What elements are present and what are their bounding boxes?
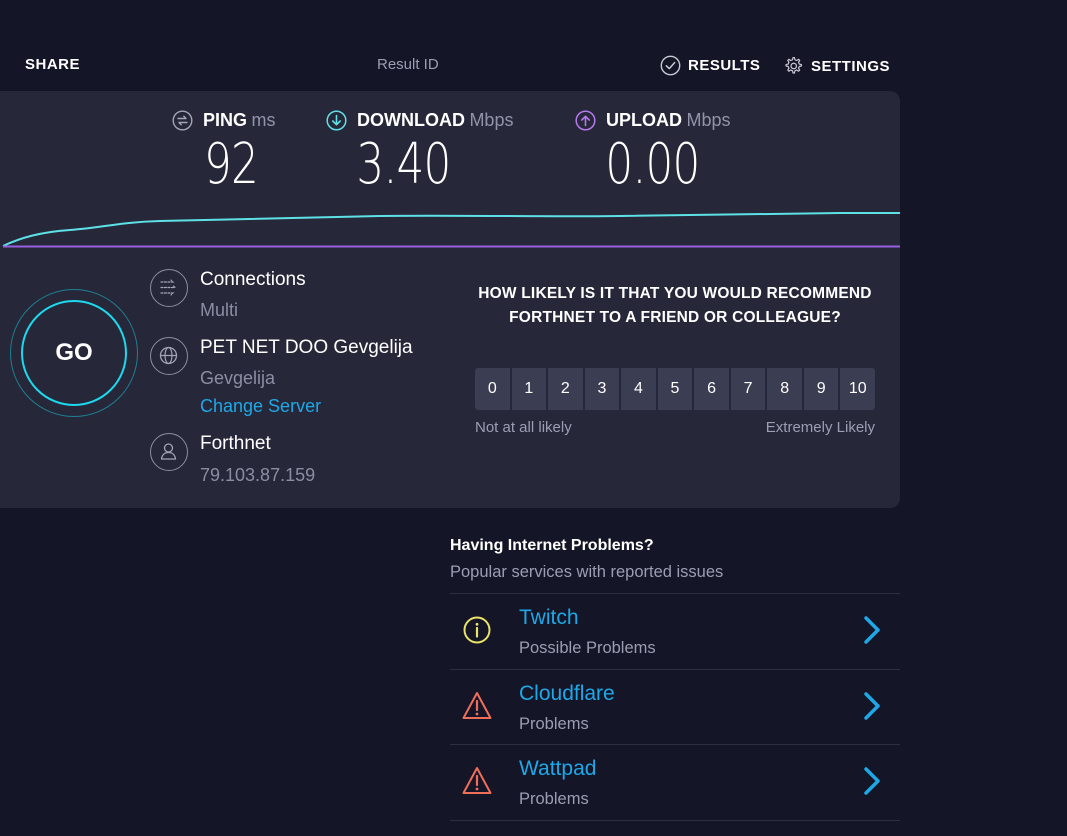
- problems-title: Having Internet Problems?: [450, 537, 654, 554]
- settings-label: SETTINGS: [811, 57, 891, 75]
- nps-scale: 0 1 2 3 4 5 6 7 8 9 10: [475, 368, 876, 410]
- ping-value: 92: [203, 132, 259, 197]
- share-button[interactable]: SHARE: [25, 56, 80, 73]
- change-server-link[interactable]: Change Server: [200, 396, 321, 417]
- go-button[interactable]: GO: [21, 300, 127, 406]
- problems-subtitle: Popular services with reported issues: [450, 563, 724, 581]
- download-label: DOWNLOAD: [357, 110, 465, 130]
- warning-icon: [462, 767, 492, 794]
- ping-unit: ms: [251, 110, 276, 130]
- ping-icon: [172, 110, 193, 131]
- nps-low-label: Not at all likely: [475, 419, 572, 436]
- nps-option-7[interactable]: 7: [730, 368, 766, 410]
- service-status: Problems: [519, 790, 589, 808]
- nps-question: HOW LIKELY IS IT THAT YOU WOULD RECOMMEN…: [478, 285, 872, 326]
- warning-icon: [462, 692, 492, 719]
- download-unit: Mbps: [469, 110, 514, 130]
- ping-header: PING ms: [172, 110, 275, 131]
- ping-label: PING: [203, 110, 248, 130]
- service-name: Twitch: [519, 606, 579, 629]
- nps-option-1[interactable]: 1: [511, 368, 547, 410]
- nps-option-5[interactable]: 5: [657, 368, 693, 410]
- service-row-wattpad[interactable]: Wattpad Problems: [450, 744, 900, 820]
- gear-icon: [785, 56, 803, 74]
- results-label: RESULTS: [688, 57, 761, 74]
- nps-option-9[interactable]: 9: [803, 368, 839, 410]
- chevron-right-icon: [864, 616, 880, 644]
- nps-option-4[interactable]: 4: [621, 368, 656, 410]
- service-row-cloudflare[interactable]: Cloudflare Problems: [450, 669, 900, 745]
- provider-name: Forthnet: [200, 433, 271, 454]
- results-button[interactable]: RESULTS: [660, 55, 760, 76]
- connections-mode: Multi: [200, 300, 239, 320]
- upload-header: UPLOAD Mbps: [575, 110, 730, 131]
- settings-button[interactable]: SETTINGS: [782, 55, 890, 77]
- globe-icon: [150, 337, 188, 375]
- service-name: Wattpad: [519, 757, 597, 780]
- nps-option-3[interactable]: 3: [584, 368, 620, 410]
- list-divider: [450, 820, 900, 821]
- ip-address: 79.103.87.159: [200, 465, 316, 485]
- download-header: DOWNLOAD Mbps: [326, 110, 513, 131]
- nps-option-10[interactable]: 10: [840, 368, 876, 410]
- nps-option-8[interactable]: 8: [767, 368, 802, 410]
- server-location: Gevgelija: [200, 368, 276, 388]
- nps-option-6[interactable]: 6: [694, 368, 729, 410]
- server-name: PET NET DOO Gevgelija: [200, 337, 413, 358]
- nps-option-0[interactable]: 0: [475, 368, 510, 410]
- check-circle-icon: [660, 55, 681, 76]
- service-status: Possible Problems: [519, 639, 656, 657]
- download-speed-line: [2, 212, 900, 247]
- info-icon: [463, 616, 491, 644]
- connections-icon: [150, 269, 188, 307]
- service-row-twitch[interactable]: Twitch Possible Problems: [450, 593, 900, 669]
- user-icon: [150, 433, 188, 471]
- service-status: Problems: [519, 715, 589, 733]
- chevron-right-icon: [864, 692, 880, 720]
- upload-unit: Mbps: [686, 110, 731, 130]
- nps-high-label: Extremely Likely: [765, 419, 875, 436]
- download-arrow-icon: [326, 110, 347, 131]
- upload-value: 0.00: [605, 132, 700, 197]
- download-value: 3.40: [356, 132, 451, 197]
- result-id-label: Result ID: [377, 56, 439, 73]
- chevron-right-icon: [864, 767, 880, 795]
- connections-title: Connections: [200, 269, 306, 290]
- upload-arrow-icon: [575, 110, 596, 131]
- nps-option-2[interactable]: 2: [548, 368, 583, 410]
- upload-label: UPLOAD: [606, 110, 682, 130]
- speed-graph: [2, 212, 900, 248]
- service-name: Cloudflare: [519, 682, 615, 705]
